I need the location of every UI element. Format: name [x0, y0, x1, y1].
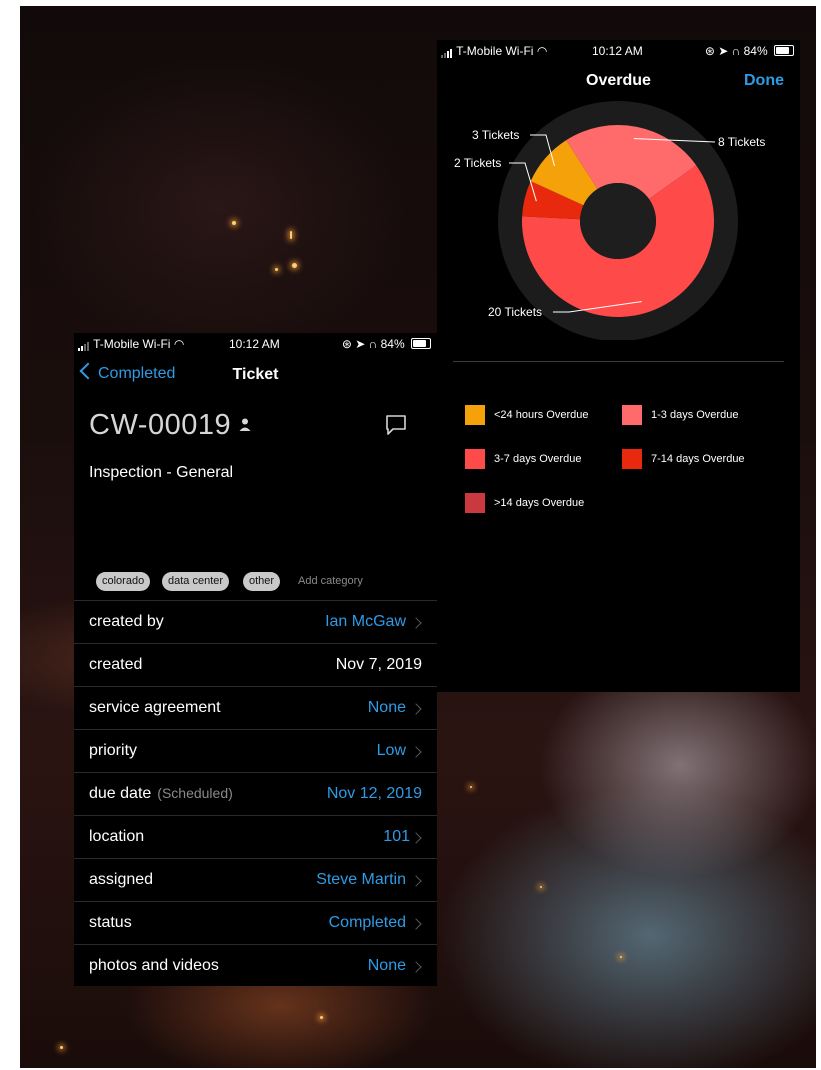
- nav-title: Ticket: [232, 366, 279, 383]
- legend-item: 1-3 days Overdue: [622, 405, 738, 425]
- overdue-screen: T-Mobile Wi-Fi ◠ 10:12 AM ⊛ ➤ ∩ 84% Over…: [437, 40, 800, 692]
- row-value: Ian McGaw: [325, 613, 406, 630]
- row-created-by[interactable]: created by Ian McGaw: [74, 600, 437, 644]
- row-photos-and-videos[interactable]: photos and videos None: [74, 944, 437, 986]
- divider: [453, 361, 784, 362]
- chevron-right-icon: [410, 703, 422, 715]
- light-spark: [320, 1016, 323, 1019]
- headphones-icon: ∩: [368, 337, 378, 351]
- status-right: ⊛ ➤ ∩ 84%: [342, 337, 431, 351]
- chevron-right-icon: [410, 617, 422, 629]
- row-value: Steve Martin: [316, 871, 406, 888]
- add-category-button[interactable]: Add category: [298, 575, 363, 587]
- row-status[interactable]: status Completed: [74, 901, 437, 945]
- legend-item: 7-14 days Overdue: [622, 449, 745, 469]
- legend-label: 1-3 days Overdue: [651, 408, 739, 421]
- row-value: Nov 7, 2019: [335, 656, 422, 673]
- ticket-screen: T-Mobile Wi-Fi ◠ 10:12 AM ⊛ ➤ ∩ 84% Comp…: [74, 333, 437, 986]
- legend-swatch: [465, 449, 485, 469]
- row-value: Nov 12, 2019: [326, 785, 422, 802]
- row-location[interactable]: location 101: [74, 815, 437, 859]
- ticket-id: CW-00019: [89, 409, 232, 441]
- slice-label-1: 8 Tickets: [718, 135, 765, 149]
- slice-label-3: 2 Tickets: [454, 156, 501, 170]
- row-sublabel: (Scheduled): [157, 785, 233, 801]
- light-spark: [292, 263, 297, 268]
- chevron-right-icon: [410, 875, 422, 887]
- row-service-agreement[interactable]: service agreement None: [74, 686, 437, 730]
- wifi-icon: ◠: [173, 337, 185, 351]
- row-label: assigned: [89, 871, 154, 888]
- signal-icon: [78, 337, 90, 351]
- category-chip-other[interactable]: other: [243, 572, 281, 591]
- donut-hole: [580, 183, 656, 259]
- ticket-description: Inspection - General: [89, 464, 234, 481]
- chevron-right-icon: [410, 746, 422, 758]
- battery-icon: [411, 338, 431, 350]
- battery-percent: 84%: [380, 337, 405, 351]
- lock-rotation-icon: ⊛: [341, 337, 352, 351]
- slice-label-0: 3 Tickets: [472, 128, 519, 142]
- row-assigned[interactable]: assigned Steve Martin: [74, 858, 437, 902]
- category-chip-colorado[interactable]: colorado: [96, 572, 151, 591]
- slice-label-2: 20 Tickets: [488, 305, 542, 319]
- row-value: 101: [383, 828, 410, 845]
- category-chip-data-center[interactable]: data center: [162, 572, 230, 591]
- light-spark: [60, 1046, 63, 1049]
- status-bar: T-Mobile Wi-Fi ◠ 10:12 AM ⊛ ➤ ∩ 84%: [74, 333, 437, 355]
- legend-label: >14 days Overdue: [494, 496, 585, 509]
- row-value: None: [367, 957, 406, 974]
- legend-swatch: [465, 405, 485, 425]
- row-priority[interactable]: priority Low: [74, 729, 437, 773]
- light-spark: [540, 886, 542, 888]
- legend-label: 7-14 days Overdue: [651, 452, 745, 465]
- chevron-right-icon: [410, 961, 422, 973]
- row-label: photos and videos: [89, 957, 219, 974]
- row-label: created by: [89, 613, 164, 630]
- row-label: location: [89, 828, 145, 845]
- light-spark: [232, 221, 236, 225]
- row-label: due date (Scheduled): [89, 785, 233, 802]
- person-icon[interactable]: [239, 418, 251, 432]
- chevron-right-icon: [410, 918, 422, 930]
- legend-item: >14 days Overdue: [465, 493, 584, 513]
- row-value: None: [367, 699, 406, 716]
- legend-swatch: [465, 493, 485, 513]
- carrier: T-Mobile Wi-Fi ◠: [78, 337, 184, 351]
- light-spark: [620, 956, 622, 958]
- row-label: status: [89, 914, 132, 931]
- clock: 10:12 AM: [229, 337, 280, 351]
- light-spark: [275, 268, 278, 271]
- row-label: priority: [89, 742, 138, 759]
- chevron-right-icon: [410, 832, 422, 844]
- legend-item: <24 hours Overdue: [465, 405, 588, 425]
- light-spark: [290, 231, 292, 239]
- row-value: Low: [376, 742, 406, 759]
- row-label: service agreement: [89, 699, 221, 716]
- legend-item: 3-7 days Overdue: [465, 449, 581, 469]
- location-arrow-icon: ➤: [355, 337, 366, 351]
- row-value: Completed: [328, 914, 406, 931]
- legend-swatch: [622, 449, 642, 469]
- comment-icon[interactable]: [384, 413, 408, 437]
- legend-swatch: [622, 405, 642, 425]
- overdue-pie-chart: 3 Tickets 8 Tickets 20 Tickets 2 Tickets: [454, 101, 765, 340]
- light-spark: [470, 786, 472, 788]
- row-due-date[interactable]: due date (Scheduled) Nov 12, 2019: [74, 772, 437, 816]
- row-label: created: [89, 656, 143, 673]
- row-created: created Nov 7, 2019: [74, 643, 437, 687]
- legend-label: <24 hours Overdue: [494, 408, 589, 421]
- legend-label: 3-7 days Overdue: [494, 452, 582, 465]
